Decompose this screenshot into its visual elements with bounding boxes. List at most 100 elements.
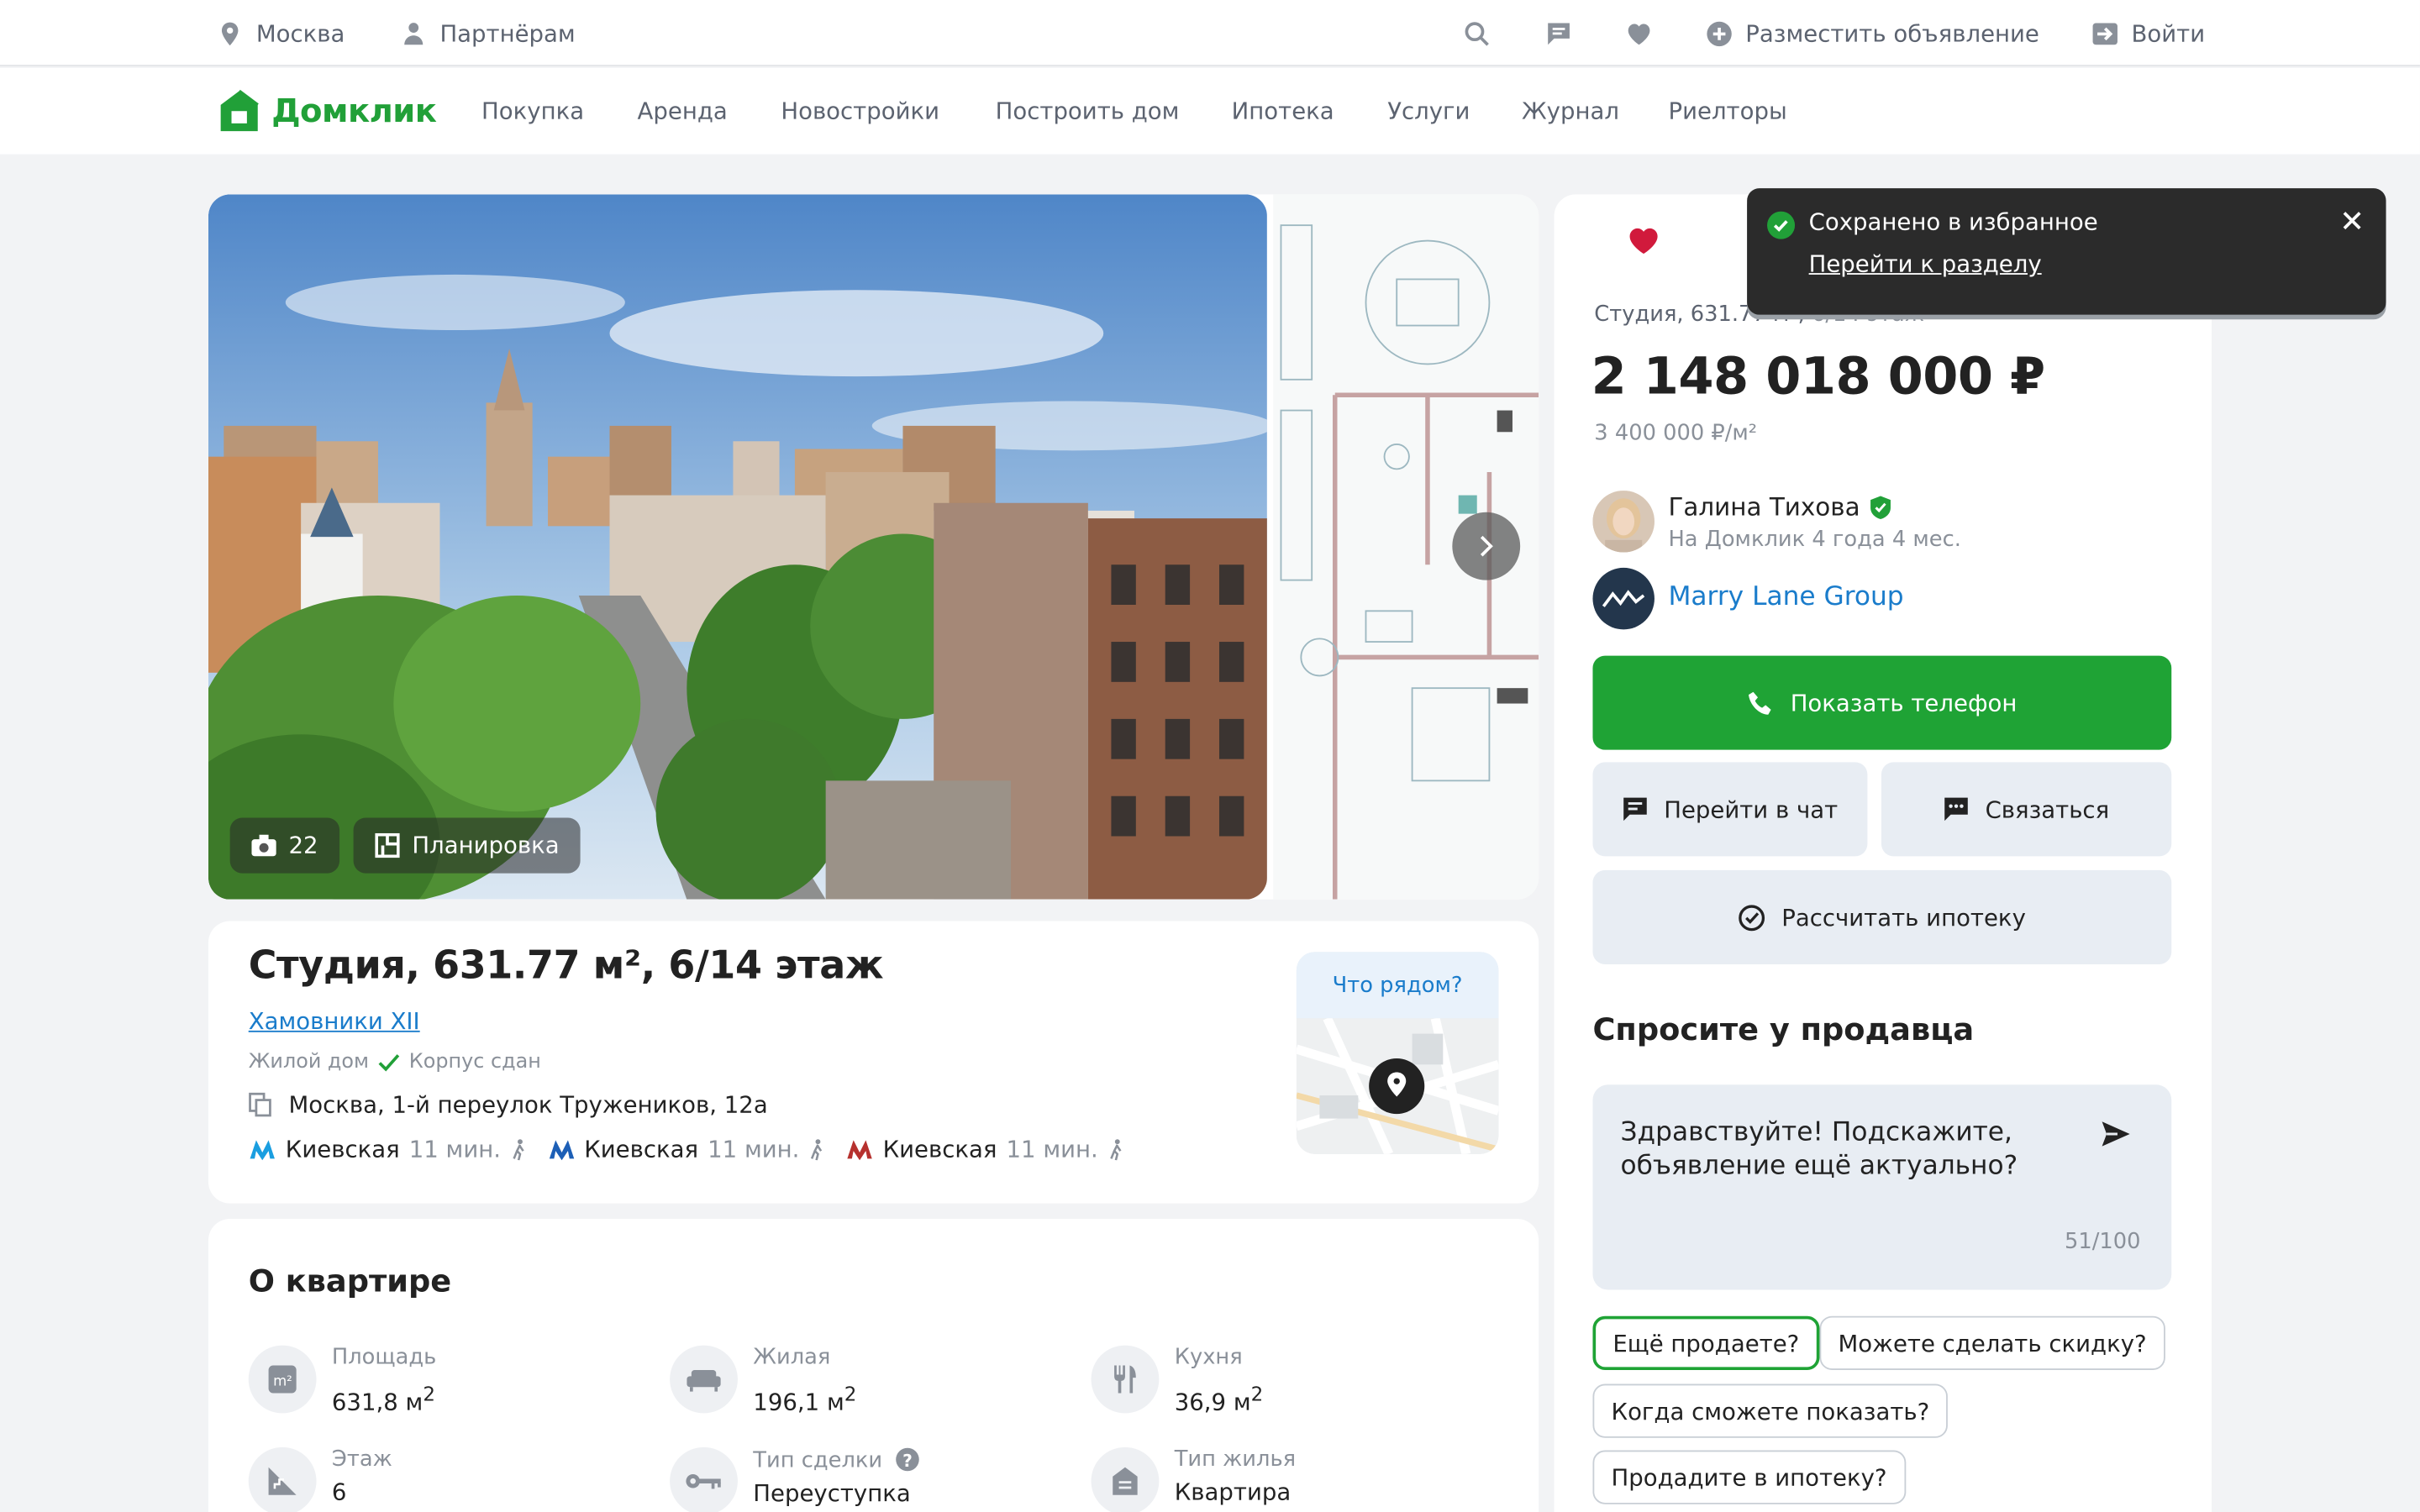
metro-time: 11 мин. [408,1135,502,1163]
toast-go-to-section-link[interactable]: Перейти к разделу [1809,250,2042,278]
message-text[interactable]: Здравствуйте! Подскажите, объявление ещё… [1621,1116,2069,1184]
mini-map [1296,1018,1499,1154]
agent-photo [1592,491,1655,553]
feature-label: Тип жилья [1174,1446,1297,1473]
plus-circle-icon [1707,20,1732,46]
check-circle-icon [1767,211,1796,239]
post-ad-button[interactable]: Разместить объявление [1706,0,2039,66]
nav-item-new-buildings[interactable]: Новостройки [781,68,939,155]
quick-reply-chip[interactable]: Продадите в ипотеку? [1592,1450,1906,1504]
agency-name[interactable]: Marry Lane Group [1668,581,1903,612]
messages-button[interactable] [1545,0,1573,66]
check-circle-icon [1739,904,1765,931]
agent-avatar[interactable] [1592,491,1655,553]
contact-button[interactable]: Связаться [1881,762,2172,857]
domclick-logo[interactable]: Домклик [216,87,437,136]
nav-item-realtors[interactable]: Риелторы [1668,68,1786,155]
feature-value-sup: 2 [423,1382,435,1406]
price-per-meter: 3 400 000 ₽/м² [1594,421,1758,446]
search-button[interactable] [1463,0,1491,66]
house-status: Корпус сдан [408,1050,541,1074]
feature-label: Кухня [1174,1345,1243,1370]
floor-plan-label: Планировка [412,831,560,860]
walk-icon [1109,1139,1121,1161]
login-icon [2092,22,2118,45]
whats-nearby-label: Что рядом? [1296,952,1499,1019]
agent-since: На Домклик 4 года 4 мес. [1668,528,1961,553]
metro-time: 11 мин. [1006,1135,1098,1163]
svg-text:?: ? [902,1451,913,1471]
show-phone-button[interactable]: Показать телефон [1592,655,2172,750]
floor-plan-badge[interactable]: Планировка [353,817,581,874]
photo-gallery: 22 Планировка [208,194,1539,900]
agency-logo[interactable] [1592,567,1655,630]
building-icon [249,1092,271,1117]
complex-link[interactable]: Хамовники XII [249,1007,420,1035]
go-to-chat-button[interactable]: Перейти в чат [1592,762,1868,857]
feature-label: Тип сделки ? [753,1447,920,1473]
nav-item-buy[interactable]: Покупка [481,68,584,155]
ask-seller-title: Спросите у продавца [1592,1011,1975,1048]
chat-icon [1548,22,1570,45]
photos-count-badge[interactable]: 22 [229,817,340,874]
fork-knife-icon [1091,1345,1160,1414]
city-selector[interactable]: Москва [216,0,345,66]
walk-icon [512,1139,523,1161]
saved-toast: Сохранено в избранное Перейти к разделу [1747,188,2386,315]
feature-kitchen: Кухня 36,9 м2 [1091,1345,1263,1416]
quick-reply-chip[interactable]: Когда сможете показать? [1592,1383,1949,1438]
house-doc-icon [1091,1446,1160,1512]
feature-value: Квартира [1174,1478,1292,1506]
nav-item-services[interactable]: Услуги [1387,68,1470,155]
feature-value-sup: 2 [1250,1382,1264,1406]
page-root: Москва Партнёрам Разместить объявление В… [0,0,2420,1512]
nav-item-build-house[interactable]: Построить дом [996,68,1180,155]
sofa-icon [670,1345,738,1414]
metro-name: Киевская [882,1135,997,1163]
help-icon[interactable]: ? [896,1447,920,1472]
close-icon[interactable] [2341,210,2363,232]
metro-name: Киевская [584,1135,699,1163]
nav-item-journal[interactable]: Журнал [1522,68,1619,155]
address-text: Москва, 1-й переулок Тружеников, 12а [288,1090,768,1119]
verified-shield-icon [1870,495,1891,519]
chevron-right-icon [1480,535,1493,557]
show-phone-label: Показать телефон [1790,689,2018,717]
main-photo[interactable]: 22 Планировка [208,194,1267,900]
agent-name[interactable]: Галина Тихова [1668,492,1892,522]
location-pin-icon [221,21,239,45]
gallery-next-button[interactable] [1452,512,1521,580]
send-icon[interactable] [2101,1119,2132,1150]
feature-floor: Этаж 6 [248,1446,392,1512]
metro-icon [250,1140,275,1161]
calculate-mortgage-label: Рассчитать ипотеку [1781,903,2026,932]
quick-reply-chip[interactable]: Можете сделать скидку? [1819,1315,2165,1370]
camera-icon [251,834,276,857]
feature-value: 36,9 м2 [1175,1383,1263,1416]
nav-item-rent[interactable]: Аренда [638,68,728,155]
photos-count: 22 [288,831,318,860]
login-button[interactable]: Войти [2091,0,2205,66]
heart-icon [1628,23,1650,45]
toast-message: Сохранено в избранное [1808,207,2098,237]
metro-station: Киевская 11 мин. [846,1136,1123,1163]
feature-value: 631,8 м2 [332,1383,436,1416]
house-type: Жилой дом Корпус сдан [249,1051,541,1074]
chat-icon [1623,797,1648,822]
feature-value-text: 196,1 м [753,1389,844,1417]
message-box[interactable]: Здравствуйте! Подскажите, объявление ещё… [1592,1084,2172,1290]
quick-reply-chip[interactable]: Ещё продаете? [1592,1315,1820,1370]
feature-value: Переуступка [753,1479,911,1508]
favorite-heart-icon[interactable] [1628,227,1660,255]
partners-link[interactable]: Партнёрам [400,0,576,66]
calculate-mortgage-button[interactable]: Рассчитать ипотеку [1592,869,2172,964]
listing-info-card: Студия, 631.77 м², 6/14 этаж Хамовники X… [208,921,1539,1204]
message-dots-icon [1944,797,1969,822]
whats-nearby-map[interactable]: Что рядом? [1296,952,1499,1154]
metro-station: Киевская 11 мин. [547,1136,824,1163]
feature-label: Площадь [331,1345,437,1370]
favorites-button[interactable] [1625,0,1653,66]
city-view-photo [208,194,1267,900]
nav-item-mortgage[interactable]: Ипотека [1232,68,1334,155]
area-icon: m² [248,1345,317,1414]
